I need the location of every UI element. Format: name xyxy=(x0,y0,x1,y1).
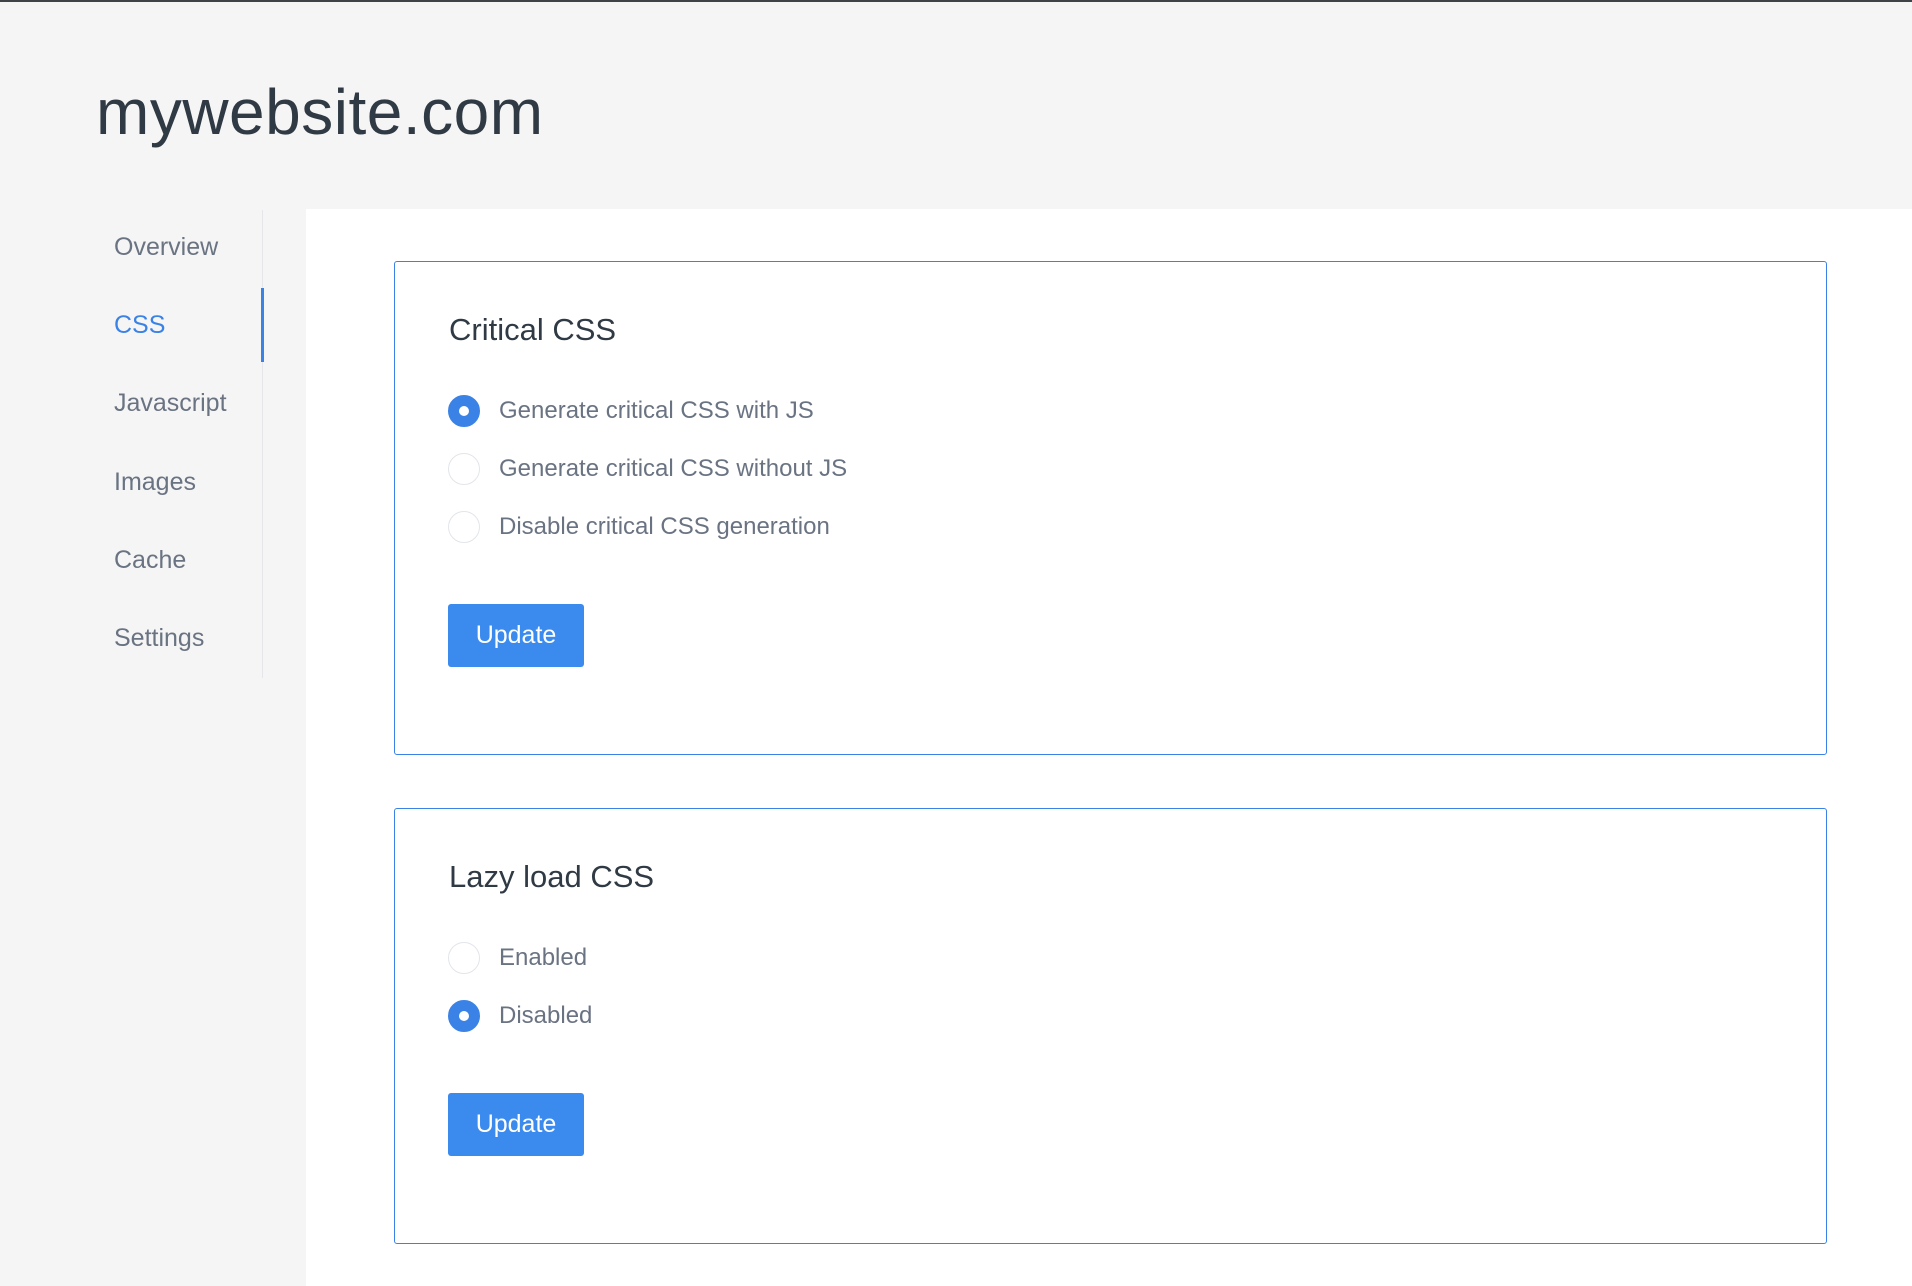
critical-css-option-without-js[interactable]: Generate critical CSS without JS xyxy=(448,450,847,488)
sidebar-nav: Overview CSS Javascript Images Cache Set… xyxy=(96,210,264,678)
critical-css-option-with-js[interactable]: Generate critical CSS with JS xyxy=(448,392,814,430)
lazy-load-css-title: Lazy load CSS xyxy=(449,859,655,894)
sidebar-item-javascript[interactable]: Javascript xyxy=(96,366,262,440)
lazy-load-css-card: Lazy load CSS Enabled Disabled Update xyxy=(394,808,1827,1244)
critical-css-update-button[interactable]: Update xyxy=(448,604,584,667)
option-label: Generate critical CSS without JS xyxy=(499,455,848,482)
site-title: mywebsite.com xyxy=(96,76,544,148)
radio-without-js[interactable] xyxy=(448,453,480,485)
radio-disable[interactable] xyxy=(448,511,480,543)
critical-css-card: Critical CSS Generate critical CSS with … xyxy=(394,261,1827,755)
lazy-load-option-disabled[interactable]: Disabled xyxy=(448,997,592,1035)
lazy-load-option-enabled[interactable]: Enabled xyxy=(448,939,587,977)
option-label: Enabled xyxy=(499,944,588,971)
option-label: Disabled xyxy=(499,1002,593,1029)
main-panel: Critical CSS Generate critical CSS with … xyxy=(306,209,1912,1286)
critical-css-option-disable[interactable]: Disable critical CSS generation xyxy=(448,508,830,546)
sidebar-item-overview[interactable]: Overview xyxy=(96,210,262,284)
option-label: Generate critical CSS with JS xyxy=(499,397,814,424)
sidebar-item-images[interactable]: Images xyxy=(96,445,262,519)
radio-enabled[interactable] xyxy=(448,942,480,974)
critical-css-title: Critical CSS xyxy=(449,312,617,347)
option-label: Disable critical CSS generation xyxy=(499,513,830,540)
top-border xyxy=(0,0,1912,2)
sidebar-item-settings[interactable]: Settings xyxy=(96,601,262,675)
lazy-load-css-update-button[interactable]: Update xyxy=(448,1093,584,1156)
sidebar-item-cache[interactable]: Cache xyxy=(96,523,262,597)
radio-with-js[interactable] xyxy=(448,395,480,427)
sidebar-item-css[interactable]: CSS xyxy=(96,288,264,362)
radio-disabled[interactable] xyxy=(448,1000,480,1032)
